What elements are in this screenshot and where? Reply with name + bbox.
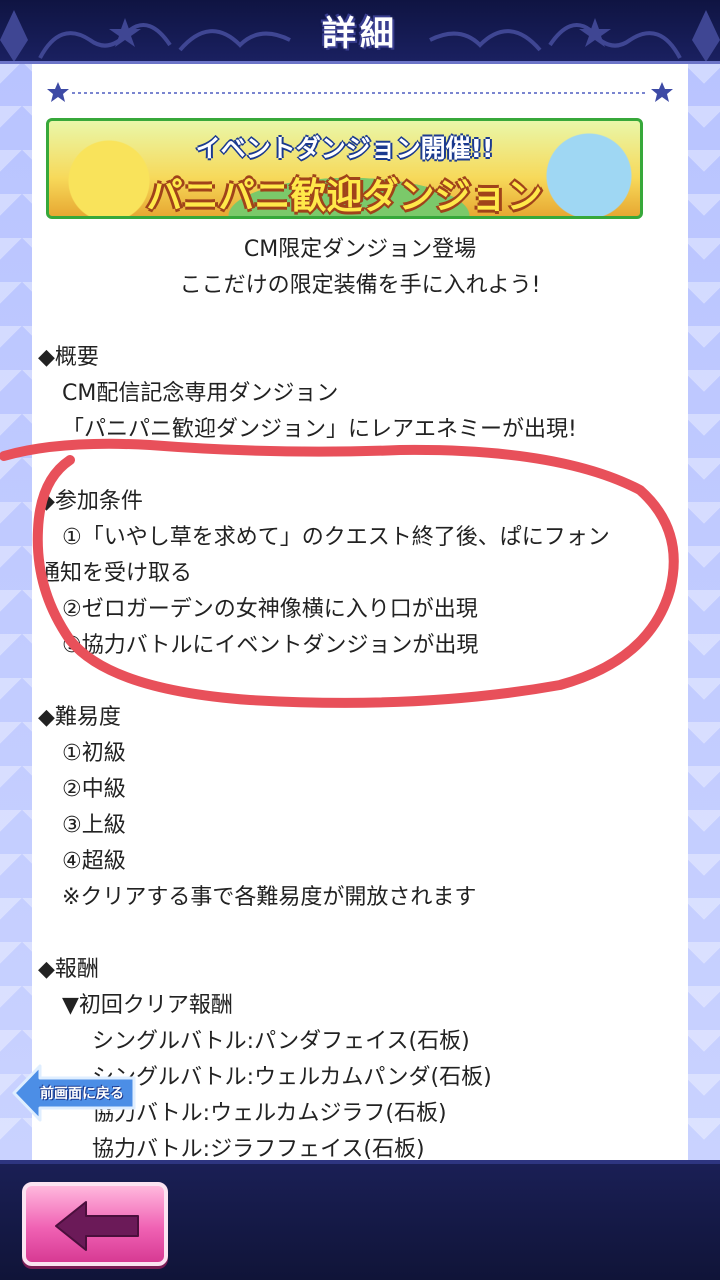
intro-text: CM限定ダンジョン登場 ここだけの限定装備を手に入れよう!: [32, 232, 688, 304]
section-heading: ◆報酬: [38, 957, 99, 982]
star-icon: [47, 82, 69, 102]
section-line: ①初級: [62, 741, 126, 766]
detail-panel[interactable]: イベントダンジョン開催!! パニパニ歓迎ダンジョン CM限定ダンジョン登場 ここ…: [32, 64, 688, 1160]
section-heading: ◆参加条件: [38, 489, 143, 514]
section-line: 通知を受け取る: [38, 561, 193, 586]
left-arrow-icon: [55, 1201, 139, 1251]
section-line: ③上級: [62, 813, 126, 838]
section-line: 協力バトル:ジラフフェイス(石板): [92, 1137, 425, 1160]
floating-back-label: 前画面に戻る: [40, 1086, 124, 1102]
section-line: ①「いやし草を求めて」のクエスト終了後、ぱにフォン: [62, 525, 610, 550]
rewards-section: ◆報酬 ▼初回クリア報酬 シングルバトル:パンダフェイス(石板) シングルバトル…: [32, 952, 688, 1160]
header-bar: 詳細: [0, 0, 720, 64]
back-button[interactable]: [22, 1182, 168, 1266]
section-line: ②中級: [62, 777, 126, 802]
footer-bar: [0, 1160, 720, 1280]
conditions-section: ◆参加条件 ①「いやし草を求めて」のクエスト終了後、ぱにフォン 通知を受け取る …: [32, 484, 688, 664]
star-divider: [47, 82, 673, 102]
section-heading: ◆概要: [38, 345, 99, 370]
section-line: CM配信記念専用ダンジョン: [62, 381, 339, 406]
overview-section: ◆概要 CM配信記念専用ダンジョン 「パニパニ歓迎ダンジョン」にレアエネミーが出…: [32, 340, 688, 448]
section-subheading: ▼初回クリア報酬: [62, 993, 233, 1018]
section-line: ②ゼロガーデンの女神像横に入り口が出現: [62, 597, 478, 622]
event-banner[interactable]: イベントダンジョン開催!! パニパニ歓迎ダンジョン: [46, 118, 643, 219]
star-icon: [651, 82, 673, 102]
section-heading: ◆難易度: [38, 705, 121, 730]
intro-line: CM限定ダンジョン登場: [243, 237, 477, 262]
section-line: シングルバトル:パンダフェイス(石板): [92, 1029, 470, 1054]
banner-line2: パニパニ歓迎ダンジョン: [146, 176, 543, 217]
section-line: ※クリアする事で各難易度が開放されます: [62, 885, 477, 910]
section-line: 「パニパニ歓迎ダンジョン」にレアエネミーが出現!: [62, 417, 577, 442]
page-title: 詳細: [322, 14, 398, 54]
difficulty-section: ◆難易度 ①初級 ②中級 ③上級 ④超級 ※クリアする事で各難易度が開放されます: [32, 700, 688, 916]
floating-back-button[interactable]: 前画面に戻る: [10, 1060, 140, 1126]
section-line: ③協力バトルにイベントダンジョンが出現: [62, 633, 479, 658]
section-line: ④超級: [62, 849, 126, 874]
banner-line1: イベントダンジョン開催!!: [195, 134, 494, 163]
intro-line: ここだけの限定装備を手に入れよう!: [179, 273, 541, 298]
